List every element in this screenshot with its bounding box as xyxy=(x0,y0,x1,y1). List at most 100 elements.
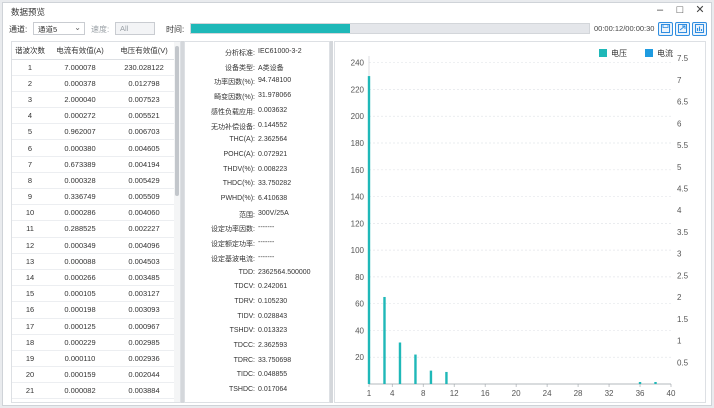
info-value: 2362564.500000 xyxy=(258,268,311,276)
scrollbar-thumb[interactable] xyxy=(175,46,179,196)
splitter[interactable] xyxy=(330,41,333,403)
info-value: 0.242061 xyxy=(258,283,288,291)
cell-order: 13 xyxy=(12,253,48,270)
close-button[interactable]: ✕ xyxy=(695,4,705,17)
info-row: 设定基波电流: ------- xyxy=(185,251,329,267)
y-tick-label-left: 20 xyxy=(355,353,364,362)
info-value: 94.748100 xyxy=(258,77,292,85)
save-icon[interactable] xyxy=(658,22,673,36)
info-label: 无功补偿设备: xyxy=(211,123,255,131)
cell-current: 0.000380 xyxy=(48,139,112,157)
table-row[interactable]: 5 0.962007 0.006703 xyxy=(12,123,176,141)
info-row: 设备类型: A类设备 xyxy=(185,60,329,76)
table-row[interactable]: 3 2.000040 0.007523 xyxy=(12,91,176,109)
table-row[interactable]: 18 0.000229 0.002985 xyxy=(12,334,176,351)
table-scrollbar[interactable] xyxy=(174,42,180,402)
info-label: 功率因数(%): xyxy=(214,79,255,87)
info-value: 300V/25A xyxy=(258,209,289,217)
cell-voltage: 0.003093 xyxy=(112,301,176,319)
cell-voltage: 0.005521 xyxy=(112,107,176,125)
rate-select[interactable]: All xyxy=(115,22,155,35)
table-row[interactable]: 9 0.336749 0.005509 xyxy=(12,188,176,206)
info-row: TDCC: 2.362593 xyxy=(185,339,329,355)
cell-voltage: 0.005429 xyxy=(112,172,176,190)
y-tick-label-left: 160 xyxy=(351,166,365,175)
info-label: TIDV: xyxy=(237,312,255,320)
table-row[interactable]: 15 0.000105 0.003127 xyxy=(12,285,176,303)
info-label: 设定额定功率: xyxy=(211,241,255,249)
y-tick-label-right: 3 xyxy=(677,250,682,259)
info-row: 功率因数(%): 94.748100 xyxy=(185,74,329,90)
cell-voltage: 0.002985 xyxy=(112,334,176,351)
cell-order: 14 xyxy=(12,269,48,287)
y-tick-label-right: 1.5 xyxy=(677,315,689,324)
column-header-order[interactable]: 谐波次数 xyxy=(12,42,48,60)
column-header-voltage[interactable]: 电压有效值(V) xyxy=(112,42,176,60)
info-value: 2.362593 xyxy=(258,342,288,349)
info-label: TDD: xyxy=(238,268,255,276)
cell-current: 0.000110 xyxy=(48,350,112,368)
playback-progress-bar[interactable] xyxy=(190,23,590,34)
table-row[interactable]: 21 0.000082 0.003884 xyxy=(12,382,176,400)
info-row: 设定额定功率: ------- xyxy=(185,236,329,252)
info-row: THC(A): 2.362564 xyxy=(185,133,329,149)
channel-select[interactable]: 通道5 ⌄ xyxy=(33,22,85,35)
cell-order: 2 xyxy=(12,75,48,92)
bar xyxy=(638,381,642,384)
cell-order: 5 xyxy=(12,123,48,141)
table-row[interactable]: 7 0.673389 0.004194 xyxy=(12,156,176,173)
cell-current: 0.000272 xyxy=(48,107,112,125)
bar xyxy=(414,354,417,384)
column-header-current[interactable]: 电流有效值(A) xyxy=(48,42,112,60)
table-row[interactable]: 19 0.000110 0.002936 xyxy=(12,350,176,368)
table-row[interactable]: 12 0.000349 0.004096 xyxy=(12,237,176,254)
info-label: TSHDV: xyxy=(229,327,255,335)
table-row[interactable]: 13 0.000088 0.004503 xyxy=(12,253,176,270)
cell-current: 7.000078 xyxy=(48,59,112,76)
cell-order: 3 xyxy=(12,91,48,109)
cell-voltage: 0.002936 xyxy=(112,350,176,368)
bar-chart-icon[interactable] xyxy=(692,22,707,36)
rate-select-value: All xyxy=(120,24,129,33)
cell-order: 4 xyxy=(12,107,48,125)
channel-label: 通道: xyxy=(9,25,28,34)
cell-voltage: 0.003485 xyxy=(112,269,176,287)
table-row[interactable]: 4 0.000272 0.005521 xyxy=(12,107,176,125)
cell-current: 0.000088 xyxy=(48,253,112,270)
info-label: TDRC: xyxy=(233,356,255,364)
maximize-button[interactable]: □ xyxy=(675,4,685,17)
minimize-button[interactable]: – xyxy=(655,4,665,17)
cell-voltage: 0.005509 xyxy=(112,188,176,206)
info-value: 0.008223 xyxy=(258,165,288,173)
table-row[interactable]: 14 0.000266 0.003485 xyxy=(12,269,176,287)
table-row[interactable]: 10 0.000286 0.004060 xyxy=(12,204,176,222)
info-row: 分析标准: IEC61000-3-2 xyxy=(185,45,329,61)
table-row[interactable]: 8 0.000328 0.005429 xyxy=(12,172,176,190)
y-tick-label-left: 40 xyxy=(355,326,364,335)
cell-order: 19 xyxy=(12,350,48,368)
cell-current: 0.000159 xyxy=(48,366,112,384)
table-row[interactable]: 16 0.000198 0.003093 xyxy=(12,301,176,319)
info-row: 设定功率因数: ------- xyxy=(185,221,329,237)
main-window: 数据预览 – □ ✕ 通道: 通道5 ⌄ 速度: All 时间: 00:00:1… xyxy=(2,2,712,406)
table-row[interactable]: 2 0.000378 0.012798 xyxy=(12,75,176,92)
table-row[interactable]: 17 0.000125 0.000967 xyxy=(12,318,176,335)
info-row: POHC(A): 0.072921 xyxy=(185,148,329,164)
table-row[interactable]: 11 0.288525 0.002227 xyxy=(12,220,176,238)
cell-current: 0.000328 xyxy=(48,172,112,190)
info-row: 感性负载应用: 0.003632 xyxy=(185,104,329,120)
info-value: A类设备 xyxy=(258,64,284,72)
cell-order: 18 xyxy=(12,334,48,351)
export-icon[interactable] xyxy=(675,22,690,36)
bar xyxy=(445,371,448,384)
table-row[interactable]: 20 0.000159 0.002044 xyxy=(12,366,176,384)
y-tick-label-right: 4.5 xyxy=(677,185,689,194)
cell-order: 1 xyxy=(12,59,48,76)
y-tick-label-right: 6 xyxy=(677,119,682,128)
table-row[interactable]: 6 0.000380 0.004605 xyxy=(12,139,176,157)
cell-voltage: 0.002044 xyxy=(112,366,176,384)
table-row[interactable]: 1 7.000078 230.028122 xyxy=(12,59,176,76)
cell-voltage: 0.006703 xyxy=(112,123,176,141)
info-row: TSHDV: 0.013323 xyxy=(185,324,329,340)
harmonic-table: 谐波次数 电流有效值(A) 电压有效值(V) 1 7.000078 230.0281… xyxy=(12,42,176,400)
